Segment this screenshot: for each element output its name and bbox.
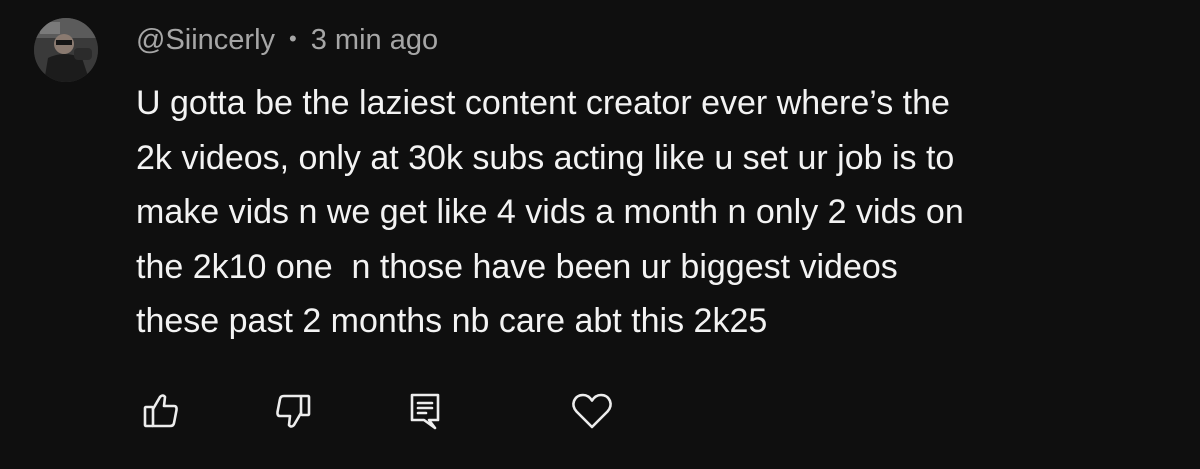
reply-icon [410,393,440,430]
dislike-button[interactable] [268,386,318,436]
heart-button[interactable] [567,386,617,436]
thumbs-up-icon [143,394,178,428]
heart-icon [572,393,612,429]
comment-body-line: these past 2 months nb care abt this 2k2… [136,302,768,340]
reply-button[interactable] [400,386,450,436]
comment-body-line: 2k videos, only at 30k subs acting like … [136,138,955,177]
avatar[interactable] [34,18,98,82]
comment-body-line: make vids n we get like 4 vids a month n… [136,193,964,231]
timestamp: 3 min ago [310,23,439,56]
comment-header: @Siincerly • 3 min ago [136,20,438,60]
like-button[interactable] [136,386,186,436]
comment-body: U gotta be the laziest content creator e… [136,76,1166,349]
thumbs-down-icon [276,394,311,428]
comment-card: @Siincerly • 3 min ago U gotta be the la… [0,0,1200,469]
separator-dot: • [289,26,297,51]
username[interactable]: @Siincerly [136,24,275,57]
comment-body-line: the 2k10 one n those have been ur bigges… [136,247,898,286]
comment-body-line: U gotta be the laziest content creator e… [136,84,950,122]
avatar-image [34,18,98,82]
